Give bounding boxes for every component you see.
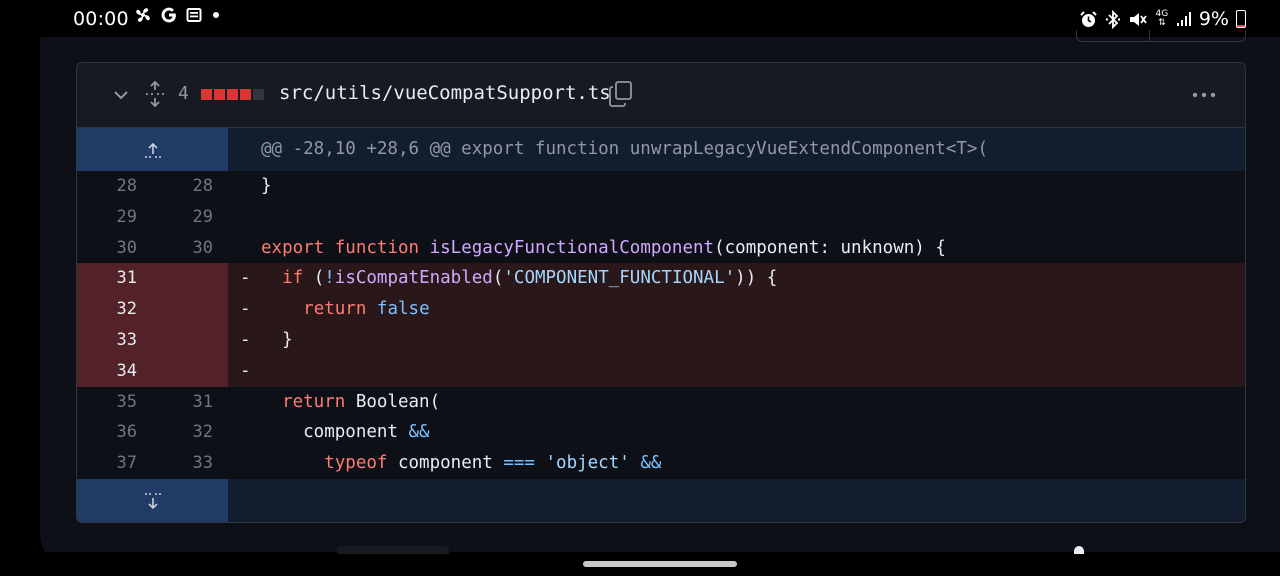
old-line-number[interactable]: 33 (97, 330, 137, 350)
expand-up-button[interactable] (77, 128, 228, 171)
code-text: return false (303, 299, 430, 320)
diff-line-context[interactable]: 30 30 export function isLegacyFunctionalCo… (77, 233, 1245, 264)
old-line-number[interactable]: 29 (97, 207, 137, 227)
diff-line-deleted[interactable]: 34 - (77, 355, 1245, 387)
expand-down-button[interactable] (77, 479, 228, 522)
file-path[interactable]: src/utils/vueCompatSupport.ts (279, 82, 611, 104)
diff-line-context[interactable]: 29 29 (77, 202, 1245, 233)
fragment-divider (1149, 30, 1150, 41)
code-text: } (261, 330, 293, 350)
diff-line-deleted[interactable]: 33 - } (77, 325, 1245, 356)
new-line-number[interactable]: 33 (173, 453, 213, 473)
signal-icon (1176, 12, 1191, 26)
file-header: 4 src/utils/vueCompatSupport.ts (77, 63, 1245, 128)
deletion-marker: - (240, 330, 251, 350)
change-count: 4 (178, 83, 189, 104)
bluetooth-icon (1105, 9, 1121, 29)
battery-percent: 9% (1198, 8, 1229, 30)
unfold-icon[interactable] (144, 81, 166, 107)
google-icon (161, 7, 176, 23)
new-line-number[interactable]: 30 (173, 238, 213, 258)
network-type-label: 4G (1155, 9, 1169, 19)
diff-line-context[interactable]: 37 33 typeof component === 'object' && (77, 448, 1245, 479)
diffstat-square (214, 89, 225, 100)
new-line-number[interactable]: 28 (173, 176, 213, 196)
4g-icon: 4G ⇅ (1155, 9, 1169, 28)
alarm-icon (1080, 10, 1097, 27)
pinwheel-icon (136, 8, 150, 22)
dot-icon (213, 12, 219, 18)
code-text: } (261, 176, 272, 196)
status-system-icons: 4G ⇅ 9% (1079, 8, 1246, 30)
copy-icon[interactable] (608, 80, 634, 108)
code-text: export function isLegacyFunctionalCompon… (261, 237, 946, 258)
chevron-down-icon[interactable] (111, 85, 131, 105)
deletion-marker: - (240, 268, 251, 289)
expand-up-icon (144, 142, 161, 158)
expand-bottom-row (77, 479, 1245, 522)
diffstat-square (253, 89, 264, 100)
hunk-header-text: @@ -28,10 +28,6 @@ export function unwra… (261, 139, 988, 159)
old-line-number[interactable]: 30 (97, 238, 137, 258)
battery-icon (1236, 10, 1246, 28)
old-line-number[interactable]: 36 (97, 422, 137, 442)
status-notification-icons (134, 6, 222, 24)
code-text: if (!isCompatEnabled('COMPONENT_FUNCTION… (282, 268, 778, 289)
old-line-number[interactable]: 31 (97, 268, 137, 288)
old-line-number[interactable]: 32 (97, 299, 137, 319)
cropped-dot-fragment (1074, 546, 1084, 554)
home-indicator[interactable] (583, 561, 737, 567)
old-line-number[interactable]: 37 (97, 453, 137, 473)
more-options-icon[interactable] (1189, 83, 1219, 107)
diffstat (201, 89, 264, 100)
diff-line-context[interactable]: 36 32 component && (77, 417, 1245, 448)
diffstat-square (201, 89, 212, 100)
expand-down-icon (144, 492, 161, 509)
diffstat-square (227, 89, 238, 100)
code-text: return Boolean( (282, 391, 441, 412)
diff-body: @@ -28,10 +28,6 @@ export function unwra… (77, 128, 1245, 522)
diffstat-square (240, 89, 251, 100)
deletion-marker: - (240, 299, 251, 320)
new-line-number[interactable]: 32 (173, 422, 213, 442)
cropped-tab-fragment (337, 546, 449, 554)
new-line-number[interactable]: 31 (173, 392, 213, 412)
old-line-number[interactable]: 28 (97, 176, 137, 196)
code-text: typeof component === 'object' && (324, 453, 662, 474)
file-diff-card: 4 src/utils/vueCompatSupport.ts @@ -28,1… (76, 62, 1246, 523)
new-line-number[interactable]: 29 (173, 207, 213, 227)
cropped-control-fragment (1076, 30, 1246, 42)
hunk-header-row: @@ -28,10 +28,6 @@ export function unwra… (77, 128, 1245, 171)
diff-line-deleted[interactable]: 31 - if (!isCompatEnabled('COMPONENT_FUNC… (77, 263, 1245, 295)
status-time: 00:00 (73, 8, 129, 30)
diff-line-deleted[interactable]: 32 - return false (77, 294, 1245, 326)
diff-line-context[interactable]: 35 31 return Boolean( (77, 387, 1245, 418)
news-icon (186, 8, 202, 22)
deletion-marker: - (240, 360, 251, 381)
code-text: component && (261, 422, 430, 443)
diff-line-context[interactable]: 28 28} (77, 171, 1245, 202)
phone-screen: 00:00 4G ⇅ 9% 4 src/utils/vueCompatSuppo… (40, 0, 1280, 576)
old-line-number[interactable]: 35 (97, 392, 137, 412)
mute-icon (1129, 12, 1147, 26)
old-line-number[interactable]: 34 (97, 361, 137, 381)
battery-level-fill (1237, 25, 1245, 27)
